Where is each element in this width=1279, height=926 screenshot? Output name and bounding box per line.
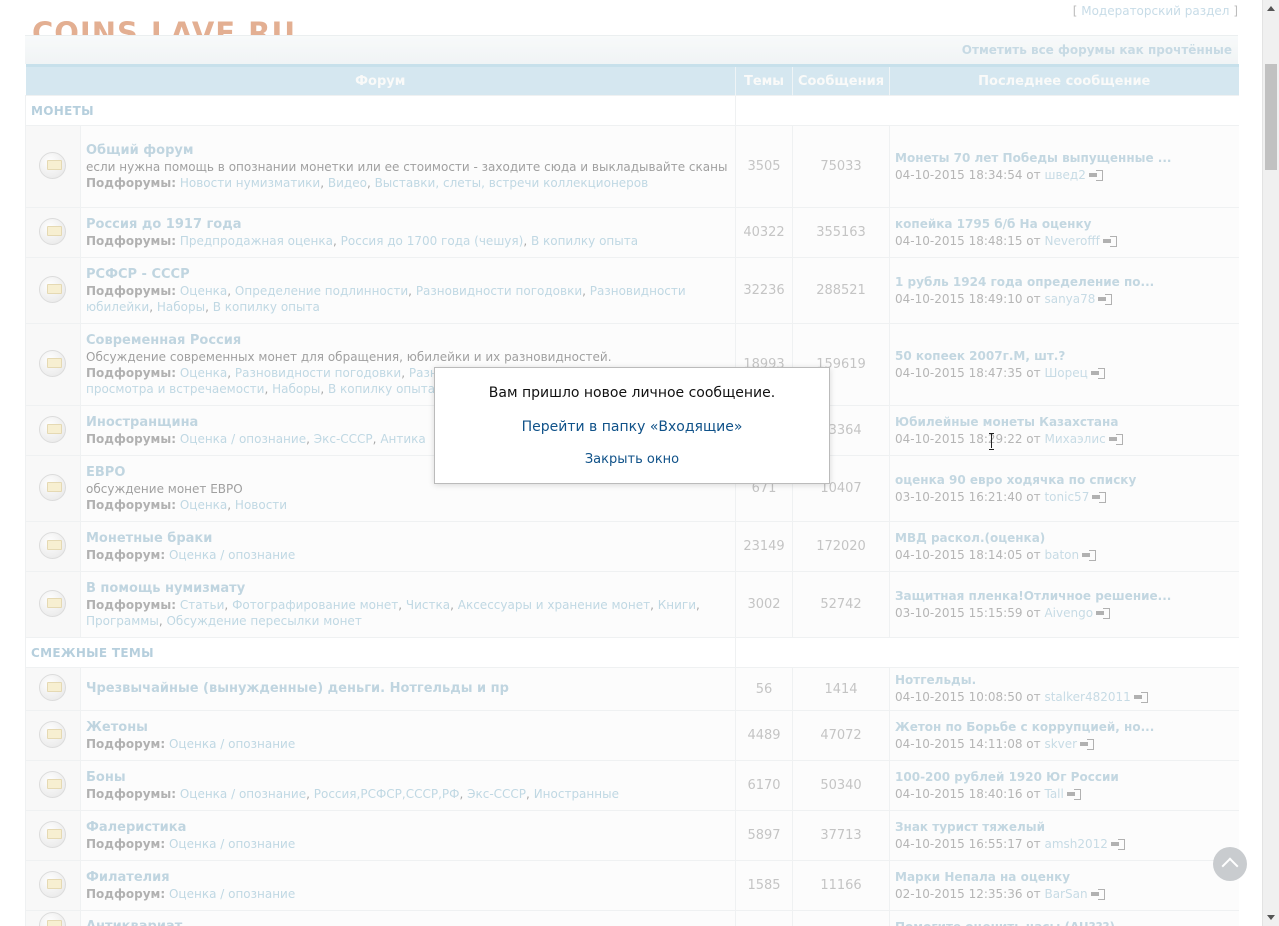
new-message-dialog: Вам пришло новое личное сообщение. Перей… <box>434 367 830 484</box>
scroll-down-arrow-icon[interactable] <box>1263 909 1279 926</box>
text-cursor-icon <box>989 433 995 450</box>
scroll-up-arrow-icon[interactable] <box>1263 0 1279 17</box>
scroll-to-top-icon[interactable] <box>1213 847 1247 881</box>
go-to-inbox-link[interactable]: Перейти в папку «Входящие» <box>435 419 829 435</box>
dialog-message: Вам пришло новое личное сообщение. <box>488 385 776 401</box>
scrollbar-thumb[interactable] <box>1265 64 1277 170</box>
forum-page: COINS.LAVE.RU [ Модераторский раздел ] О… <box>0 0 1262 926</box>
page-scrollbar[interactable] <box>1262 0 1279 926</box>
close-dialog-link[interactable]: Закрыть окно <box>435 452 829 467</box>
